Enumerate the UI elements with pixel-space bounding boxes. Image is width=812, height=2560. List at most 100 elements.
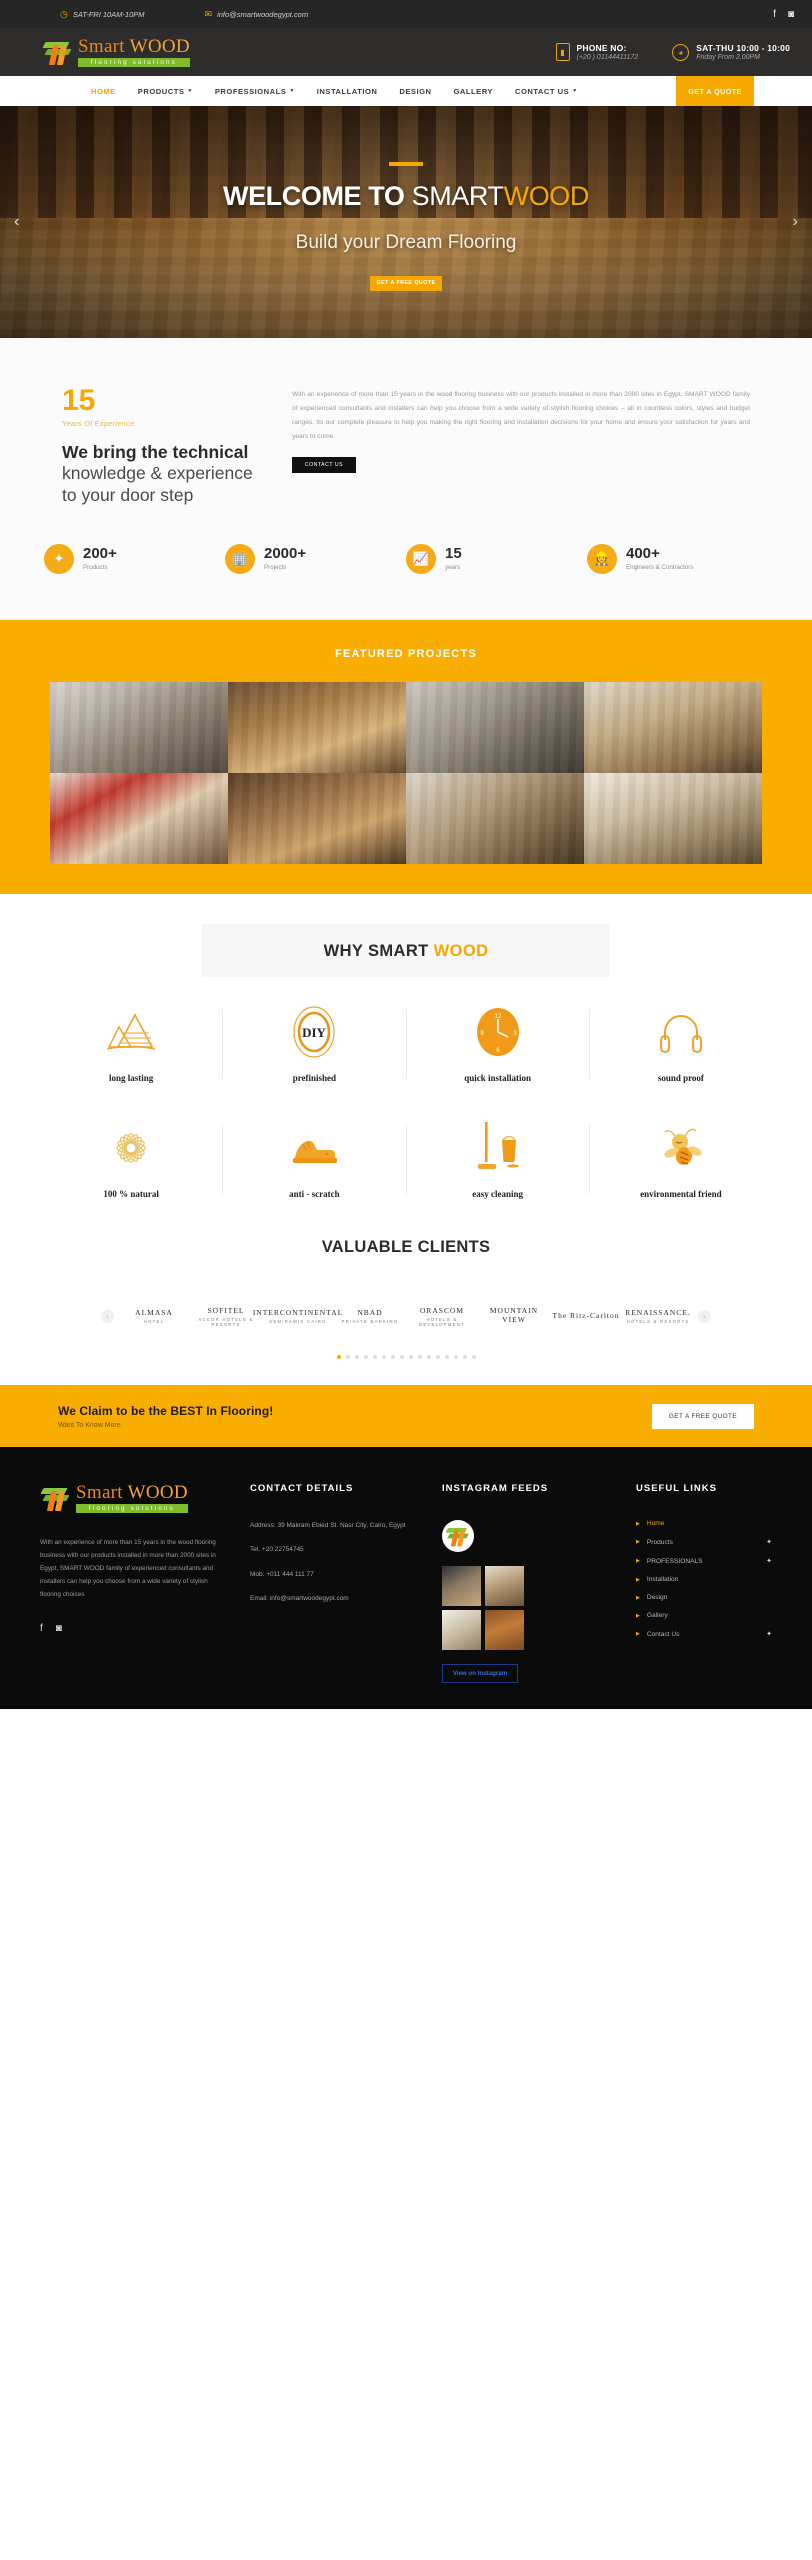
client-logo[interactable]: RENAISSANCE. HOTELS & RESORTS xyxy=(624,1293,692,1339)
carousel-dot[interactable] xyxy=(471,1355,476,1360)
topbar-email-text: info@smartwoodegypt.com xyxy=(217,9,309,19)
about-contact-button[interactable]: CONTACT US xyxy=(292,457,356,474)
footer-logo[interactable]: Smart WOOD flooring solutions xyxy=(40,1483,226,1514)
client-logo[interactable]: NBAD PRIVATE BANKING xyxy=(336,1293,404,1339)
feature-label: long lasting xyxy=(108,1073,154,1084)
carousel-dot[interactable] xyxy=(354,1355,359,1360)
chevron-left-icon[interactable]: ‹ xyxy=(101,1309,114,1323)
instagram-post-1[interactable] xyxy=(442,1566,481,1607)
header-phone-block: ▮ PHONE NO: (+20 ) 01144411172 xyxy=(555,43,638,61)
logo-mark-icon xyxy=(42,37,74,67)
carousel-dot[interactable] xyxy=(381,1355,386,1360)
carousel-dot[interactable] xyxy=(426,1355,431,1360)
chevron-down-icon: ▼ xyxy=(187,88,193,94)
facebook-icon[interactable]: f xyxy=(773,9,776,20)
client-logo[interactable]: The Ritz-Carlton xyxy=(552,1293,620,1339)
flower-icon xyxy=(48,1119,214,1177)
stat-number: 2000+ xyxy=(264,544,307,562)
cta-free-quote-button[interactable]: GET A FREE QUOTE xyxy=(651,1403,754,1429)
project-tile-5[interactable] xyxy=(50,773,228,865)
feature-long-lasting[interactable]: long lasting xyxy=(40,1003,222,1085)
footer-link-products[interactable]: ▶ Products ✦ xyxy=(636,1538,772,1547)
nav-item-label: CONTACT US xyxy=(514,86,570,96)
instagram-icon[interactable]: ◙ xyxy=(56,1623,62,1634)
chevron-right-icon[interactable]: › xyxy=(698,1309,711,1323)
clients-carousel: ‹ ALMASA HOTEL SOFITEL ACCOR HOTELS & RESOR… xyxy=(0,1293,812,1339)
footer-link-gallery[interactable]: ▶ Gallery xyxy=(636,1612,772,1619)
carousel-dot[interactable] xyxy=(462,1355,467,1360)
chevron-left-icon[interactable]: ‹ xyxy=(14,213,19,231)
project-tile-4[interactable] xyxy=(584,682,762,774)
project-tile-1[interactable] xyxy=(50,682,228,774)
nav-item-contact-us[interactable]: CONTACT US ▼ xyxy=(504,87,589,96)
plus-icon[interactable]: ✦ xyxy=(766,1538,772,1546)
facebook-icon[interactable]: f xyxy=(40,1623,43,1634)
plus-icon[interactable]: ✦ xyxy=(766,1557,772,1565)
instagram-post-2[interactable] xyxy=(485,1566,524,1607)
carousel-dot[interactable] xyxy=(345,1355,350,1360)
footer-email[interactable]: Email: info@smartwoodegypt.com xyxy=(250,1593,418,1604)
instagram-post-4[interactable] xyxy=(485,1610,524,1651)
triangle-right-icon: ▶ xyxy=(636,1558,640,1565)
client-logo[interactable]: INTERCONTINENTAL SEMIRAMIS CAIRO xyxy=(253,1293,342,1339)
view-on-instagram-button[interactable]: View on Instagram xyxy=(442,1664,518,1684)
footer-link-installation[interactable]: ▶ Installation xyxy=(636,1576,772,1583)
feature-easy-cleaning[interactable]: easy cleaning xyxy=(407,1119,589,1201)
carousel-dot[interactable] xyxy=(417,1355,422,1360)
project-tile-2[interactable] xyxy=(228,682,406,774)
engineer-icon: 👷 xyxy=(587,544,617,575)
carousel-dot[interactable] xyxy=(399,1355,404,1360)
stat-projects: 🏢 2000+ Projects xyxy=(225,544,406,575)
carousel-dots xyxy=(0,1355,812,1360)
nav-item-label: PROFESSIONALS xyxy=(214,86,287,96)
hero-cta-button[interactable]: GET A FREE QUOTE xyxy=(370,275,442,291)
nav-item-design[interactable]: DESIGN xyxy=(388,87,442,96)
carousel-dot[interactable] xyxy=(408,1355,413,1360)
client-logo[interactable]: ORASCOM HOTELS & DEVELOPMENT xyxy=(408,1293,476,1339)
instagram-icon[interactable]: ◙ xyxy=(788,9,794,20)
contact-details-title: CONTACT DETAILS xyxy=(250,1483,354,1495)
feature-environmental-friend[interactable]: environmental friend xyxy=(590,1119,772,1201)
header-logo[interactable]: Smart WOOD flooring solutions xyxy=(42,37,190,67)
project-tile-7[interactable] xyxy=(406,773,584,865)
nav-item-professionals[interactable]: PROFESSIONALS ▼ xyxy=(204,87,306,96)
plus-icon[interactable]: ✦ xyxy=(766,1630,772,1638)
footer-link-professionals[interactable]: ▶ PROFESSIONALS ✦ xyxy=(636,1557,772,1566)
project-tile-3[interactable] xyxy=(406,682,584,774)
feature-quick-installation[interactable]: 12 3 6 9 quick installation xyxy=(407,1003,589,1085)
client-logo[interactable]: SOFITEL ACCOR HOTELS & RESORTS xyxy=(192,1293,260,1339)
client-logo[interactable]: ALMASA HOTEL xyxy=(120,1293,188,1339)
carousel-dot[interactable] xyxy=(372,1355,377,1360)
clients-list: ALMASA HOTEL SOFITEL ACCOR HOTELS & RESORTS… xyxy=(120,1293,692,1339)
nav-item-gallery[interactable]: GALLERY xyxy=(442,87,504,96)
project-tile-6[interactable] xyxy=(228,773,406,865)
nav-item-installation[interactable]: INSTALLATION xyxy=(306,87,389,96)
project-tile-8[interactable] xyxy=(584,773,762,865)
footer-link-home[interactable]: ▶ Home xyxy=(636,1520,772,1527)
feature-prefinished[interactable]: DIY prefinished xyxy=(223,1003,405,1085)
carousel-dot[interactable] xyxy=(435,1355,440,1360)
chevron-right-icon[interactable]: › xyxy=(793,213,798,231)
instagram-post-3[interactable] xyxy=(442,1610,481,1651)
footer-contact-column: CONTACT DETAILS Address: 39 Makram Ebied… xyxy=(250,1483,418,1683)
stat-products: ✦ 200+ Products xyxy=(44,544,225,575)
footer-link-contact-us[interactable]: ▶ Contact Us ✦ xyxy=(636,1630,772,1639)
carousel-dot[interactable] xyxy=(336,1355,341,1360)
feature-sound-proof[interactable]: sound proof xyxy=(590,1003,772,1085)
chevron-down-icon: ▼ xyxy=(572,88,578,94)
nav-item-home[interactable]: HOME xyxy=(80,87,127,96)
carousel-dot[interactable] xyxy=(390,1355,395,1360)
nav-get-a-quote-button[interactable]: GET A QUOTE xyxy=(676,76,754,106)
feature-natural[interactable]: 100 % natural xyxy=(40,1119,222,1201)
client-logo[interactable]: MOUNTAIN VIEW xyxy=(480,1293,548,1339)
cta-subtext: Want To Know More. xyxy=(58,1421,123,1429)
carousel-dot[interactable] xyxy=(444,1355,449,1360)
nav-item-label: DESIGN xyxy=(399,86,432,96)
nav-item-products[interactable]: PRODUCTS ▼ xyxy=(127,87,204,96)
header-hours-block: ◕ SAT-THU 10:00 - 10:00 Friday From 2.00… xyxy=(672,43,790,61)
footer-link-design[interactable]: ▶ Design xyxy=(636,1594,772,1601)
carousel-dot[interactable] xyxy=(453,1355,458,1360)
feature-anti-scratch[interactable]: anti - scratch xyxy=(223,1119,405,1201)
carousel-dot[interactable] xyxy=(363,1355,368,1360)
topbar-email[interactable]: ✉ info@smartwoodegypt.com xyxy=(205,9,309,20)
